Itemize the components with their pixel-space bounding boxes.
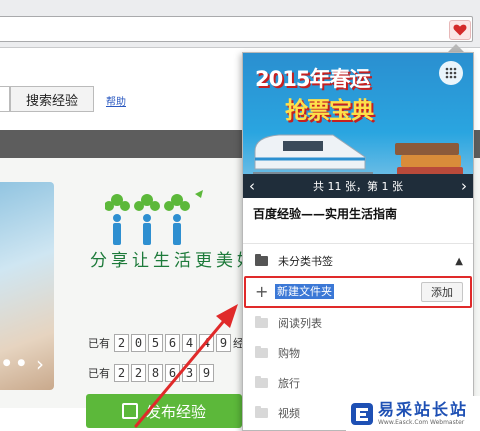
- folder-icon: [255, 316, 268, 328]
- highlight-box: [244, 276, 472, 308]
- carousel-next-icon[interactable]: ›: [36, 352, 44, 376]
- folder-label: 视频: [278, 407, 300, 420]
- search-input[interactable]: [0, 86, 10, 112]
- folder-label: 旅行: [278, 377, 300, 390]
- browser-toolbar: [0, 0, 480, 48]
- caret-up-icon[interactable]: ▲: [455, 256, 463, 267]
- counter-digit: 2: [114, 364, 129, 382]
- prev-slide-icon[interactable]: ‹: [249, 174, 265, 198]
- folder-label: 购物: [278, 347, 300, 360]
- counter-label: 已有: [88, 337, 110, 350]
- next-slide-icon[interactable]: ›: [451, 174, 467, 198]
- counter-digit: 2: [114, 334, 129, 352]
- apps-grid-button[interactable]: [439, 61, 463, 85]
- watermark-text: 易采站长站 Www.Easck.Com Webmaster: [378, 399, 469, 427]
- red-arrow-annotation: [134, 304, 238, 428]
- folder-label: 阅读列表: [278, 317, 322, 330]
- slide-info: 共 11 张，第 1 张: [313, 180, 403, 193]
- folder-travel[interactable]: 旅行: [243, 369, 473, 397]
- folder-icon: [255, 406, 268, 418]
- bookmark-popup: 2015年春运 抢票宝典 共 11 张，第 1 张 ‹ › 百度经验——实用生活…: [242, 52, 474, 431]
- watermark-main: 易采站长站: [378, 399, 469, 419]
- folder-label: 未分类书签: [278, 255, 333, 268]
- folder-reading-list[interactable]: 阅读列表: [243, 309, 473, 337]
- watermark-logo-icon: [351, 402, 373, 425]
- bookmark-heart-button[interactable]: [449, 20, 471, 40]
- watermark: 易采站长站 Www.Easck.Com Webmaster: [346, 396, 480, 431]
- apps-grid-icon: [445, 67, 457, 79]
- slogan: 分享让生活更美好: [90, 251, 258, 271]
- heart-icon: [453, 24, 467, 36]
- folder-icon: [255, 376, 268, 388]
- folder-shopping[interactable]: 购物: [243, 339, 473, 367]
- folder-icon: [255, 254, 268, 266]
- train-illustration: [253, 134, 373, 174]
- address-bar[interactable]: [0, 16, 473, 42]
- banner-subtitle: 抢票宝典: [285, 98, 374, 124]
- folder-icon: [255, 346, 268, 358]
- counter-label: 已有: [88, 367, 110, 380]
- banner-title: 2015年春运: [255, 67, 370, 91]
- folder-unsorted[interactable]: 未分类书签 ▲: [243, 247, 473, 275]
- slide-counter: 共 11 张，第 1 张: [243, 174, 473, 198]
- carousel-dots[interactable]: ● ● ●: [0, 358, 27, 368]
- bookmark-page-title[interactable]: 百度经验——实用生活指南: [253, 205, 397, 222]
- search-button[interactable]: 搜索经验: [10, 86, 94, 112]
- promo-banner[interactable]: 2015年春运 抢票宝典 共 11 张，第 1 张 ‹ ›: [243, 53, 473, 198]
- divider: [243, 243, 473, 244]
- help-link[interactable]: 帮助: [106, 93, 126, 108]
- hero-carousel[interactable]: ● ● ● ›: [0, 182, 54, 390]
- watermark-sub: Www.Easck.Com Webmaster: [378, 418, 465, 426]
- popup-notch: [448, 44, 464, 52]
